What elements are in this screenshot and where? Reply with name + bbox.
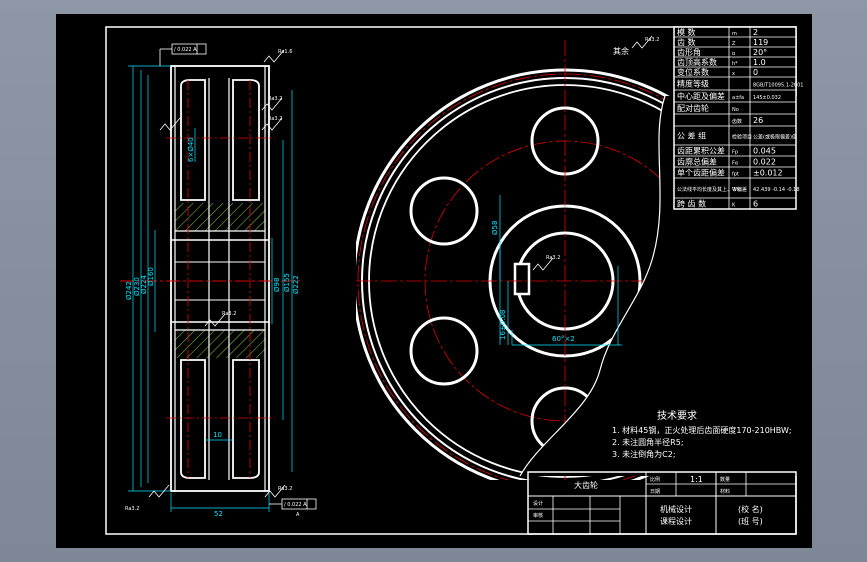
spec-sym: a±fa xyxy=(732,95,744,101)
ra-tag-2: Ra3.2 xyxy=(268,96,282,102)
spec-name: 齿廓总偏差 xyxy=(677,157,717,167)
spec-sym: No xyxy=(732,107,739,113)
date-label: 日期 xyxy=(650,489,660,495)
spec-name: 精度等级 xyxy=(677,79,709,89)
ratio-label: 比例 xyxy=(650,476,660,483)
bore-label: Ø58 xyxy=(491,221,499,235)
spec-name: 配对齿轮 xyxy=(677,103,709,113)
tolerance-top-text: / 0.022 A xyxy=(174,47,197,53)
spec-val: 0 xyxy=(753,68,758,77)
spec-val: ±0.012 xyxy=(753,169,783,178)
ra-tag-6: Ra3.2 xyxy=(278,486,292,492)
spec-val: 119 xyxy=(753,38,768,47)
school: (校 名) xyxy=(738,504,763,514)
ra-tag-7: Ra3.2 xyxy=(546,255,560,261)
spec-sym: Z xyxy=(732,41,736,47)
tech-title: 技术要求 xyxy=(657,409,697,422)
spec-sym: 检验项目 xyxy=(732,134,752,141)
material-label: 材料 xyxy=(720,488,730,495)
cad-drawing-canvas: Ø242 Ø230 Ø224 Ø160 Ø98 Ø155 Ø222 6×Ø40 … xyxy=(56,14,812,548)
spec-val: 8GB/T10095.1-2001 xyxy=(753,83,803,89)
course-2: 课程设计 xyxy=(660,516,692,526)
spec-name: 跨 齿 数 xyxy=(677,199,706,209)
datum-label: A xyxy=(296,512,300,518)
dim-width: 52 xyxy=(214,510,223,518)
hatch-upper xyxy=(175,203,266,231)
dim-d98: Ø98 xyxy=(273,278,281,292)
spec-val: 26 xyxy=(753,116,763,125)
spec-val: 1.0 xyxy=(753,58,766,67)
spec-name: 模 数 xyxy=(677,27,696,37)
dim-d160: Ø160 xyxy=(147,267,155,286)
course-1: 机械设计 xyxy=(660,504,692,514)
spec-sym: x xyxy=(732,71,735,77)
spec-val: 公差(或极限偏差)值 xyxy=(753,134,797,141)
ra-tag-3: Ra3.2 xyxy=(268,116,282,122)
part-name: 大齿轮 xyxy=(574,480,598,490)
spec-sym: Wk xyxy=(732,187,740,193)
spec-val: 6 xyxy=(753,200,758,209)
ra-tag-5: Ra3.2 xyxy=(125,506,139,512)
hatch-lower xyxy=(175,330,266,358)
keyway-depth-label: 16±0.08 xyxy=(499,310,507,340)
ratio-value: 1:1 xyxy=(690,475,703,484)
spec-name: 齿顶高系数 xyxy=(677,57,717,67)
ra-tag-4: Ra3.2 xyxy=(222,311,236,317)
tech-line-2: 2. 未注圆角半径R5; xyxy=(612,437,684,447)
checked-label: 审核 xyxy=(533,512,543,519)
spec-val: 42.439 -0.14 -0.18 xyxy=(753,187,800,193)
spec-name: 公 差 组 xyxy=(677,131,706,141)
dim-hole: 6×Ø40 xyxy=(187,137,195,162)
tech-line-3: 3. 未注倒角为C2; xyxy=(612,449,676,459)
dim-rim: 10 xyxy=(213,431,222,439)
tolerance-bottom-text: / 0.022 A xyxy=(284,502,307,508)
spec-sym: m xyxy=(732,31,737,37)
dim-d222: Ø222 xyxy=(292,275,300,294)
spec-table: 模 数 m 2齿 数 Z 119齿形角 α 20°齿顶高系数 h* 1.0变位系数 x 0精度等级 8… xyxy=(673,26,803,210)
spec-sym: h* xyxy=(732,61,738,67)
spec-val: 0.022 xyxy=(753,158,776,167)
spec-sym: 齿数 xyxy=(732,118,742,125)
dim-d155: Ø155 xyxy=(283,273,291,292)
spec-sym: Fα xyxy=(732,161,739,167)
spec-val: 2 xyxy=(753,28,758,37)
rest-symbol: Ra3.2 xyxy=(645,37,659,43)
spec-val: 145±0.032 xyxy=(753,95,781,101)
dim-d242: Ø242 xyxy=(125,281,133,300)
ra-tag-1: Ra1.6 xyxy=(278,49,292,55)
spec-val: 0.045 xyxy=(753,147,776,156)
keyway-angle-label: 60°×2 xyxy=(552,335,575,343)
tech-line-1: 1. 材料45钢，正火处理后齿面硬度170-210HBW; xyxy=(612,425,792,435)
spec-name: 单个齿距偏差 xyxy=(677,168,725,178)
spec-name: 中心距及偏差 xyxy=(677,91,725,101)
spec-sym: Fp xyxy=(732,150,738,156)
spec-val: 20° xyxy=(753,48,767,57)
spec-name: 齿形角 xyxy=(677,47,701,57)
class: (班 号) xyxy=(738,516,763,526)
spec-name: 变位系数 xyxy=(677,67,709,77)
spec-name: 齿 数 xyxy=(677,37,696,47)
spec-name: 齿距累积公差 xyxy=(677,146,725,156)
spec-sym: fpt xyxy=(732,172,739,178)
rest-label: 其余 xyxy=(613,46,629,56)
drawn-label: 设计 xyxy=(533,500,543,507)
qty-label: 数量 xyxy=(720,476,730,483)
